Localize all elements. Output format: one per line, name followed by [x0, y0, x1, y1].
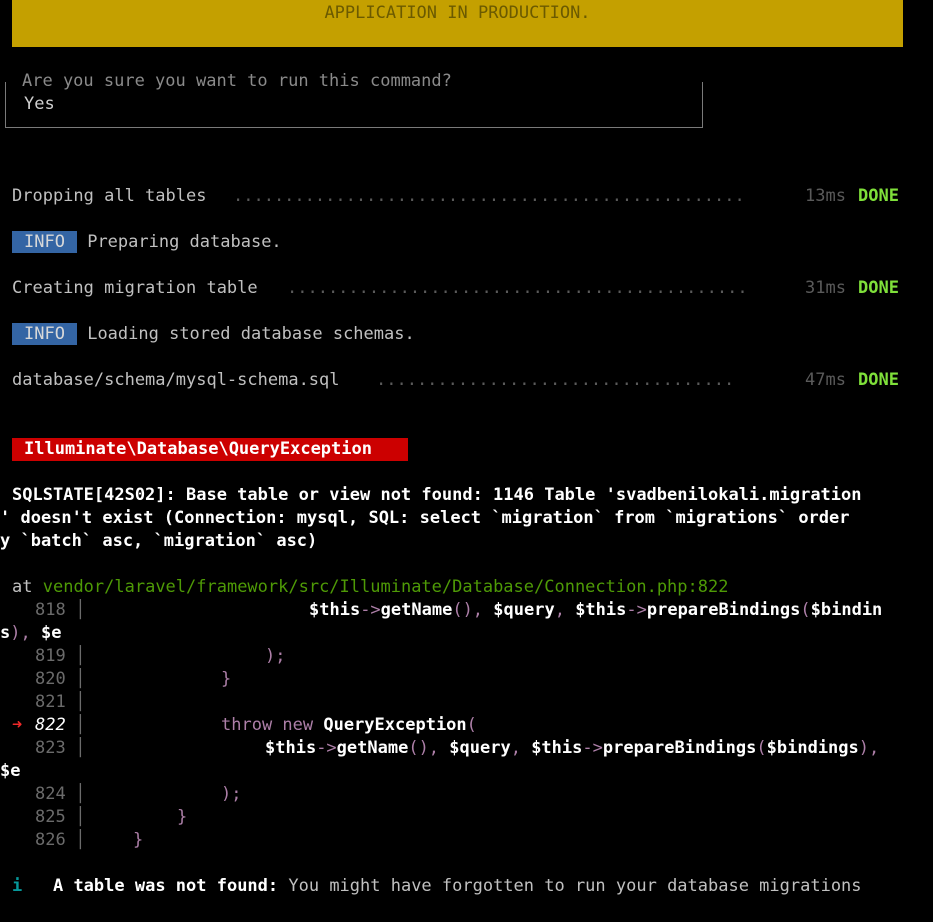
hint-line: i A table was not found: You might have …: [12, 875, 862, 898]
task-time: 13ms: [805, 186, 846, 206]
confirm-prompt-question: Are you sure you want to run this comman…: [18, 70, 456, 93]
code-line: }: [221, 669, 232, 689]
code-line-number: 819: [35, 646, 66, 666]
task-dots: ........................................…: [233, 186, 745, 206]
confirm-prompt-answer: Yes: [24, 94, 55, 114]
current-line-arrow-icon: ➜: [12, 715, 23, 735]
code-line: );: [221, 784, 242, 804]
code-gutter: ▏: [80, 784, 91, 804]
code-line-number-current: 822: [35, 715, 66, 735]
code-line: );: [265, 646, 286, 666]
production-banner: APPLICATION IN PRODUCTION.: [12, 0, 903, 47]
code-gutter: ▏: [80, 600, 91, 620]
exception-message-line: y `batch` asc, `migration` asc): [0, 531, 318, 551]
code-gutter: ▏: [80, 830, 91, 850]
code-line-current: throw new QueryException(: [221, 715, 477, 735]
task-label: database/schema/mysql-schema.sql: [12, 370, 340, 390]
code-line-wrap: $e: [0, 761, 21, 781]
code-line-number: 820: [35, 669, 66, 689]
task-time: 31ms: [805, 278, 846, 298]
task-status: DONE: [858, 186, 899, 206]
info-text: Loading stored database schemas.: [87, 324, 415, 344]
exception-message-line: SQLSTATE[42S02]: Base table or view not …: [12, 485, 862, 505]
code-line: $this->getName(), $query, $this->prepare…: [265, 738, 880, 758]
task-time: 47ms: [805, 370, 846, 390]
code-line: }: [133, 830, 144, 850]
code-gutter: ▏: [80, 669, 91, 689]
code-gutter: ▏: [80, 807, 91, 827]
at-label: at: [12, 577, 33, 597]
info-line: INFO Loading stored database schemas.: [12, 323, 415, 346]
file-line-number: :822: [687, 577, 729, 597]
hint-text: You might have forgotten to run your dat…: [278, 876, 862, 896]
code-line: $this->getName(), $query, $this->prepare…: [309, 600, 883, 620]
code-line: }: [177, 807, 188, 827]
code-line-wrap: s), $e: [0, 623, 62, 643]
code-line-number: 824: [35, 784, 66, 804]
task-status: DONE: [858, 370, 899, 390]
code-line-number: 818: [35, 600, 66, 620]
exception-message-line: ' doesn't exist (Connection: mysql, SQL:…: [0, 508, 850, 528]
task-dots: ...................................: [376, 370, 735, 390]
exception-class-badge: Illuminate\Database\QueryException: [12, 438, 408, 461]
code-line-number: 826: [35, 830, 66, 850]
file-path-link[interactable]: vendor/laravel/framework/src/Illuminate/…: [43, 577, 688, 597]
code-line-number: 825: [35, 807, 66, 827]
code-line-number: 823: [35, 738, 66, 758]
hint-title: A table was not found:: [52, 876, 279, 896]
code-line-number: 821: [35, 692, 66, 712]
info-line: INFO Preparing database.: [12, 231, 282, 254]
info-badge: INFO: [12, 231, 77, 253]
task-dots: ........................................…: [287, 278, 748, 298]
code-gutter: ▏: [80, 738, 91, 758]
code-gutter: ▏: [80, 715, 91, 735]
code-gutter: ▏: [80, 692, 91, 712]
task-status: DONE: [858, 278, 899, 298]
info-icon: i: [12, 876, 23, 896]
info-badge: INFO: [12, 323, 77, 345]
task-label: Dropping all tables: [12, 186, 207, 206]
exception-location: at vendor/laravel/framework/src/Illumina…: [12, 576, 728, 599]
code-gutter: ▏: [80, 646, 91, 666]
info-text: Preparing database.: [87, 232, 282, 252]
task-label: Creating migration table: [12, 278, 258, 298]
